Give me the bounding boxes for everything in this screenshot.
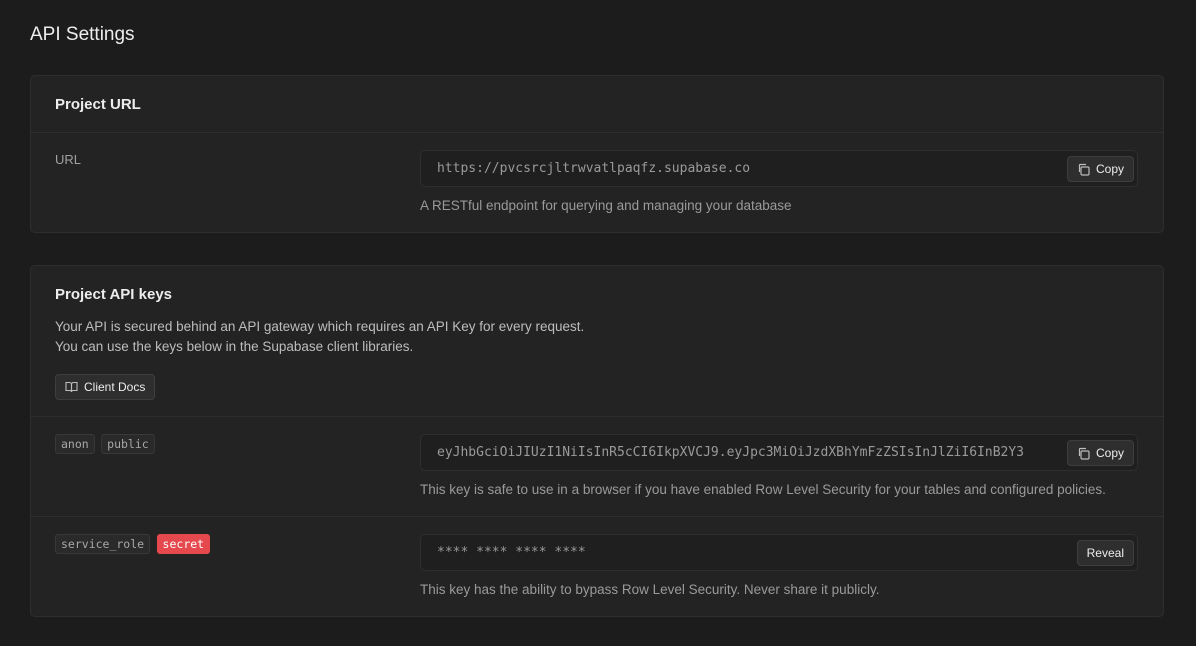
copy-url-label: Copy <box>1095 162 1124 176</box>
public-tag: public <box>101 434 155 454</box>
copy-anon-key-button[interactable]: Copy <box>1066 440 1134 466</box>
project-url-title: Project URL <box>55 96 141 113</box>
anon-key-row: anon public eyJhbGciOiJIUzI1NiIsInR5cCI6… <box>31 417 1163 516</box>
reveal-service-role-button[interactable]: Reveal <box>1076 540 1134 566</box>
url-label: URL <box>55 152 82 167</box>
project-url-panel: Project URL URL https://pvcsrcjltrwvatlp… <box>30 75 1164 233</box>
client-docs-button[interactable]: Client Docs <box>55 374 156 400</box>
anon-key-tags: anon public <box>55 434 157 454</box>
service-role-tag: service_role <box>55 534 151 554</box>
service-role-key-field[interactable]: **** **** **** **** Reveal <box>420 534 1138 571</box>
url-value[interactable]: https://pvcsrcjltrwvatlpaqfz.supabase.co <box>437 161 750 176</box>
copy-icon <box>1078 447 1090 460</box>
api-keys-intro: Project API keys Your API is secured beh… <box>55 286 584 357</box>
api-keys-title: Project API keys <box>55 286 173 303</box>
service-role-help-text: This key has the ability to bypass Row L… <box>420 582 880 597</box>
secret-tag: secret <box>156 534 211 554</box>
url-help-text: A RESTful endpoint for querying and mana… <box>420 198 792 213</box>
url-row: URL https://pvcsrcjltrwvatlpaqfz.supabas… <box>31 133 1163 233</box>
anon-key-value[interactable]: eyJhbGciOiJIUzI1NiIsInR5cCI6IkpXVCJ9.eyJ… <box>437 445 1024 460</box>
api-keys-description-1: Your API is secured behind an API gatewa… <box>55 319 585 334</box>
reveal-label: Reveal <box>1086 546 1124 560</box>
client-docs-label: Client Docs <box>84 380 146 394</box>
api-settings-page: API Settings Project URL URL https://pvc… <box>0 0 1196 646</box>
page-title: API Settings <box>30 24 135 45</box>
anon-tag: anon <box>55 434 95 454</box>
book-icon <box>65 381 78 393</box>
anon-key-field[interactable]: eyJhbGciOiJIUzI1NiIsInR5cCI6IkpXVCJ9.eyJ… <box>420 434 1138 471</box>
anon-key-help-text: This key is safe to use in a browser if … <box>420 482 1106 497</box>
copy-icon <box>1078 163 1090 176</box>
service-role-key-row: service_role secret **** **** **** **** … <box>31 517 1163 616</box>
copy-url-button[interactable]: Copy <box>1066 156 1134 182</box>
api-keys-description-2: You can use the keys below in the Supaba… <box>55 339 414 354</box>
project-url-header: Project URL <box>31 76 1163 133</box>
copy-anon-label: Copy <box>1095 446 1124 460</box>
service-role-key-value: **** **** **** **** <box>437 545 586 560</box>
url-field[interactable]: https://pvcsrcjltrwvatlpaqfz.supabase.co… <box>420 150 1138 187</box>
service-role-key-tags: service_role secret <box>55 534 212 554</box>
api-keys-panel: Project API keys Your API is secured beh… <box>30 265 1164 617</box>
